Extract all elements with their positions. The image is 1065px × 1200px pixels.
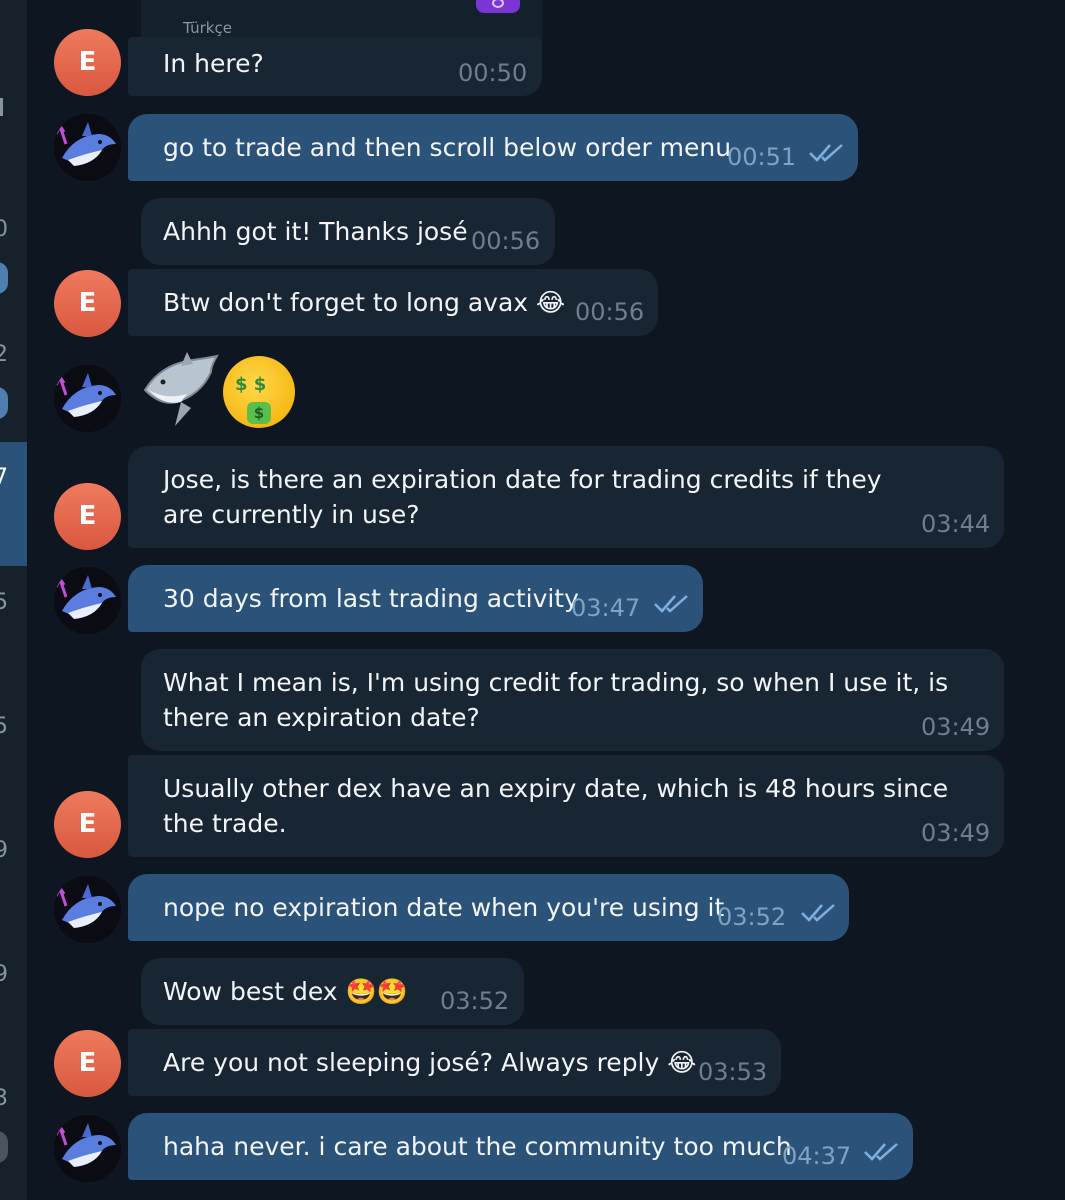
link-preview[interactable]: Türkçe <box>141 0 542 38</box>
preview-language-label: Türkçe <box>183 19 232 37</box>
read-check-icon <box>654 595 688 613</box>
avatar[interactable] <box>54 365 121 432</box>
message-text: Wow best dex 🤩🤩 <box>163 977 408 1006</box>
sidebar-count: 5 <box>0 714 8 739</box>
message-bubble[interactable]: What I mean is, I'm using credit for tra… <box>141 649 1004 751</box>
message-time: 03:49 <box>921 713 991 741</box>
read-check-icon <box>801 904 835 922</box>
sidebar-count: 5 <box>0 590 8 615</box>
avatar[interactable]: E <box>54 1030 121 1097</box>
chat-list-sidebar: 0 2 7 5 5 9 9 3 <box>0 0 28 1200</box>
message-text: Ahhh got it! Thanks josé <box>163 217 468 246</box>
sidebar-count: 7 <box>0 465 8 490</box>
message-time: 03:44 <box>921 510 991 538</box>
laughing-emoji: 😂 <box>536 288 566 317</box>
message-bubble[interactable]: Are you not sleeping josé? Always reply … <box>128 1029 781 1096</box>
message-text: What I mean is, I'm using credit for tra… <box>163 668 949 732</box>
sidebar-count: 2 <box>0 342 8 367</box>
message-time: 00:56 <box>575 298 645 326</box>
shark-emoji-icon <box>143 352 220 426</box>
laughing-emoji: 😂 <box>667 1048 697 1077</box>
avatar[interactable]: E <box>54 29 121 96</box>
preview-action-button[interactable] <box>476 0 520 13</box>
message-bubble[interactable]: Wow best dex 🤩🤩 03:52 <box>141 958 524 1025</box>
message-bubble-outgoing[interactable]: nope no expiration date when you're usin… <box>128 874 849 941</box>
shark-avatar-icon <box>54 876 121 943</box>
message-text: nope no expiration date when you're usin… <box>163 893 725 922</box>
message-time: 03:52 <box>717 903 787 931</box>
shark-avatar-icon <box>54 1115 121 1182</box>
avatar[interactable]: E <box>54 270 121 337</box>
sidebar-count: 9 <box>0 962 8 987</box>
message-time: 03:49 <box>921 819 991 847</box>
message-text: In here? <box>163 49 264 78</box>
avatar[interactable] <box>54 567 121 634</box>
message-bubble[interactable]: Btw don't forget to long avax 😂 00:56 <box>128 269 658 336</box>
unread-badge[interactable] <box>0 262 8 294</box>
message-bubble[interactable]: Jose, is there an expiration date for tr… <box>128 446 1004 548</box>
message-text: Usually other dex have an expiry date, w… <box>163 774 949 838</box>
shark-avatar-icon <box>54 114 121 181</box>
message-text: go to trade and then scroll below order … <box>163 133 732 162</box>
message-bubble-outgoing[interactable]: haha never. i care about the community t… <box>128 1113 913 1180</box>
avatar[interactable] <box>54 876 121 943</box>
message-time: 00:56 <box>471 227 541 255</box>
sidebar-item-active[interactable] <box>0 442 27 566</box>
avatar[interactable] <box>54 114 121 181</box>
message-text: haha never. i care about the community t… <box>163 1132 792 1161</box>
message-bubble[interactable]: Ahhh got it! Thanks josé 00:56 <box>141 198 555 265</box>
message-bubble[interactable]: In here? 00:50 <box>128 37 542 96</box>
sidebar-count: 9 <box>0 838 8 863</box>
sticker-message[interactable]: $ $ $ <box>141 350 301 430</box>
avatar[interactable]: E <box>54 483 121 550</box>
message-text: Are you not sleeping josé? Always reply … <box>163 1048 697 1077</box>
unread-badge[interactable] <box>0 1131 8 1163</box>
star-struck-emoji: 🤩🤩 <box>345 977 408 1006</box>
read-check-icon <box>809 144 843 162</box>
read-check-icon <box>864 1143 898 1161</box>
money-mouth-emoji-icon: $ $ $ <box>223 356 295 428</box>
message-time: 04:37 <box>782 1142 852 1170</box>
message-text: Btw don't forget to long avax 😂 <box>163 288 566 317</box>
sidebar-count: 3 <box>0 1086 8 1111</box>
sidebar-divider <box>0 98 3 116</box>
message-bubble-outgoing[interactable]: 30 days from last trading activity 03:47 <box>128 565 703 632</box>
message-bubble[interactable]: Usually other dex have an expiry date, w… <box>128 755 1004 857</box>
avatar[interactable]: E <box>54 791 121 858</box>
unread-badge[interactable] <box>0 387 8 419</box>
message-text: Jose, is there an expiration date for tr… <box>163 465 882 529</box>
message-time: 00:51 <box>727 143 797 171</box>
shark-avatar-icon <box>54 567 121 634</box>
message-time: 03:52 <box>440 987 510 1015</box>
shark-avatar-icon <box>54 365 121 432</box>
sidebar-count: 0 <box>0 217 8 242</box>
message-bubble-outgoing[interactable]: go to trade and then scroll below order … <box>128 114 858 181</box>
message-text: 30 days from last trading activity <box>163 584 579 613</box>
message-time: 03:47 <box>571 594 641 622</box>
message-time: 03:53 <box>698 1058 768 1086</box>
message-time: 00:50 <box>458 59 528 87</box>
avatar[interactable] <box>54 1115 121 1182</box>
